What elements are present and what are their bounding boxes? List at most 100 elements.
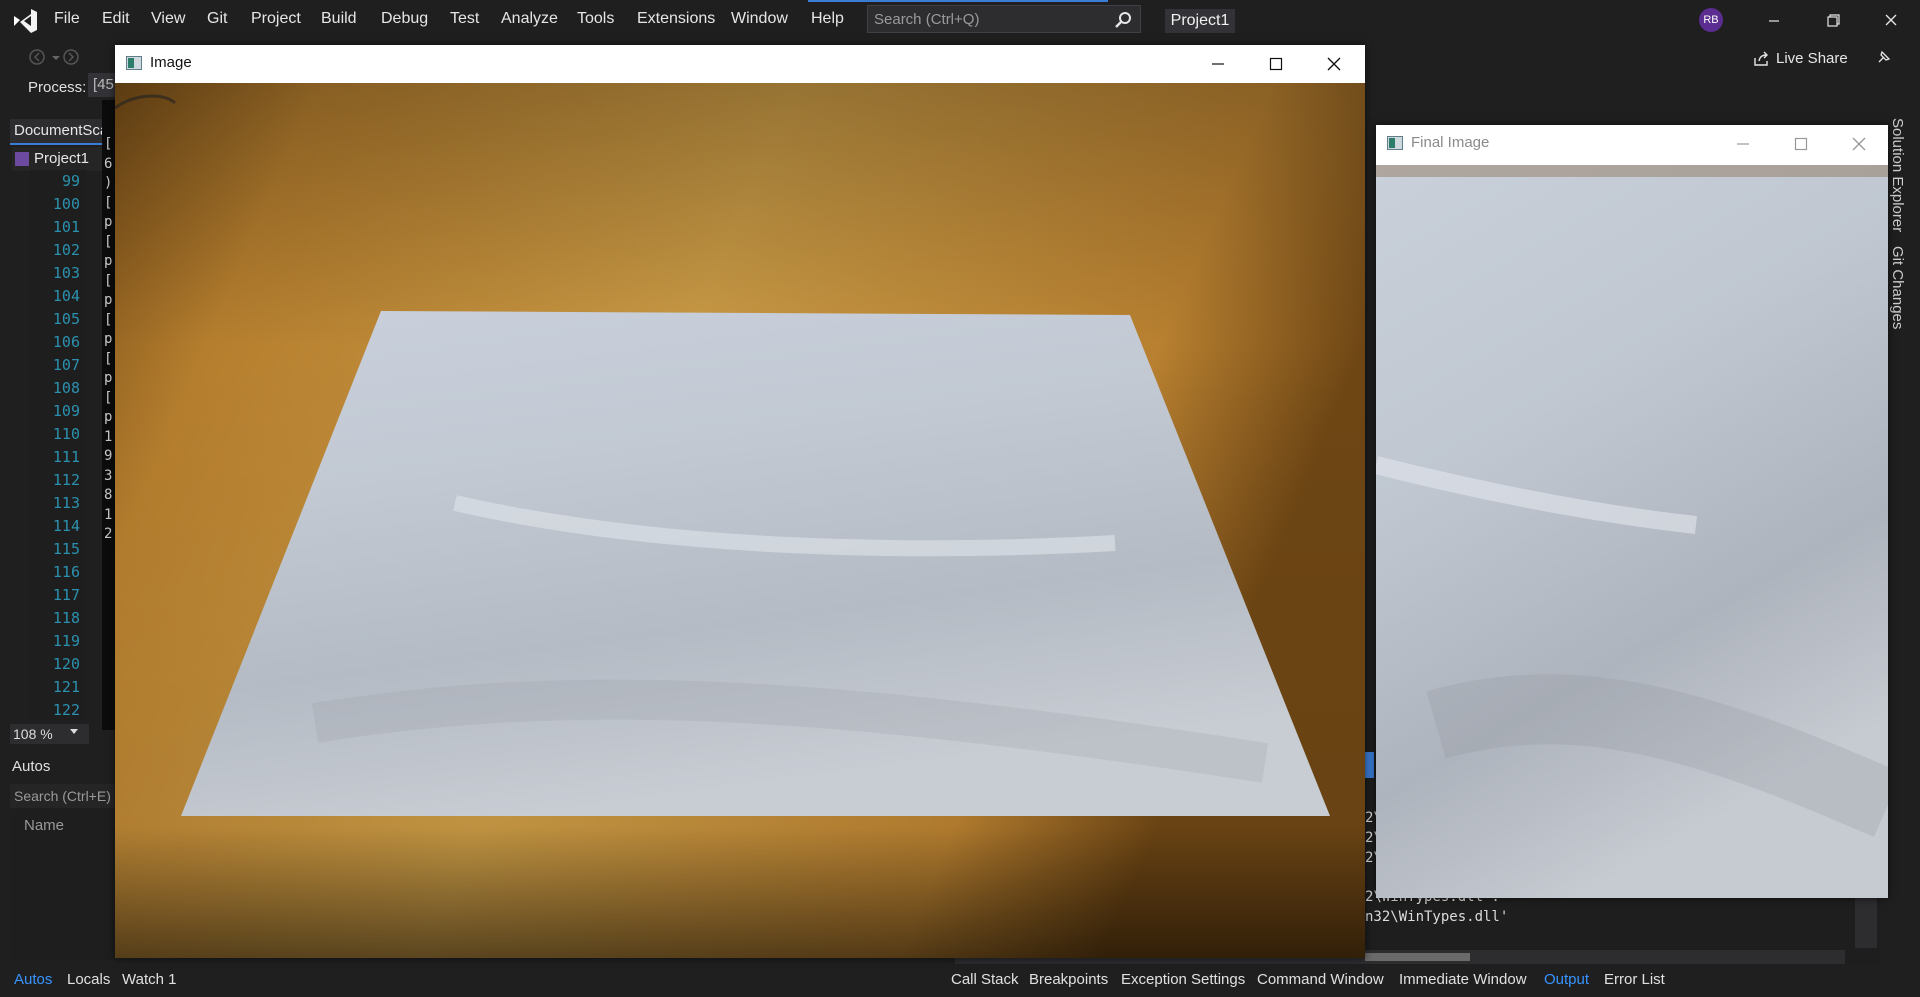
line-number: 119: [52, 632, 80, 650]
console-char: p: [104, 331, 113, 347]
console-char: p: [104, 214, 113, 230]
visual-studio-logo-icon[interactable]: [10, 6, 40, 36]
menu-file[interactable]: File: [54, 10, 80, 28]
profile-avatar[interactable]: RB: [1699, 8, 1723, 32]
line-number: 106: [52, 333, 80, 351]
tab-watch-1[interactable]: Watch 1: [122, 971, 176, 988]
line-number: 109: [52, 402, 80, 420]
final-maximize-button[interactable]: [1781, 129, 1821, 159]
tab-locals[interactable]: Locals: [67, 971, 110, 988]
menu-edit[interactable]: Edit: [102, 10, 130, 28]
app-minimize-button[interactable]: [1754, 4, 1794, 36]
line-number: 112: [52, 471, 80, 489]
autos-title: Autos: [12, 758, 51, 775]
process-label: Process:: [28, 79, 87, 96]
app-restore-button[interactable]: [1813, 4, 1853, 36]
tab-output[interactable]: Output: [1544, 971, 1589, 988]
tab-exception-settings[interactable]: Exception Settings: [1121, 971, 1245, 988]
line-number: 100: [52, 195, 80, 213]
project-node-label: Project1: [34, 150, 90, 167]
console-char: 8: [104, 487, 113, 503]
live-share-button[interactable]: Live Share: [1776, 50, 1848, 67]
console-char: p: [104, 409, 113, 425]
menu-test[interactable]: Test: [450, 10, 479, 28]
line-number: 105: [52, 310, 80, 328]
final-image-window[interactable]: Final Image: [1376, 125, 1888, 898]
menu-help[interactable]: Help: [811, 10, 844, 28]
tab-immediate-window[interactable]: Immediate Window: [1399, 971, 1527, 988]
project-icon: [15, 152, 29, 166]
output-scroll-thumb[interactable]: [1365, 953, 1470, 961]
search-input[interactable]: Search (Ctrl+Q): [867, 5, 1141, 33]
final-close-button[interactable]: [1839, 129, 1879, 159]
line-number: 116: [52, 563, 80, 581]
image-canvas: [115, 83, 1365, 958]
menu-build[interactable]: Build: [321, 10, 357, 28]
console-char: [: [104, 272, 113, 289]
feedback-icon[interactable]: [1875, 48, 1893, 66]
image-window[interactable]: Image: [115, 45, 1365, 958]
final-image-canvas: [1376, 165, 1888, 898]
tab-git-changes[interactable]: Git Changes: [1889, 246, 1906, 329]
title-accent-line: [808, 0, 1108, 2]
menu-project[interactable]: Project: [251, 10, 301, 28]
search-icon: [1115, 12, 1131, 28]
menu-debug[interactable]: Debug: [381, 10, 428, 28]
console-char: [: [104, 233, 113, 250]
menu-window[interactable]: Window: [731, 10, 788, 28]
tab-call-stack[interactable]: Call Stack: [951, 971, 1019, 988]
tab-autos[interactable]: Autos: [14, 971, 52, 988]
tab-command-window[interactable]: Command Window: [1257, 971, 1384, 988]
menu-git[interactable]: Git: [207, 10, 227, 28]
output-line: n32\WinTypes.dll': [1365, 909, 1509, 925]
console-char: ): [104, 175, 113, 191]
line-number: 117: [52, 586, 80, 604]
image-minimize-button[interactable]: [1198, 49, 1238, 79]
line-number: 113: [52, 494, 80, 512]
image-maximize-button[interactable]: [1256, 49, 1296, 79]
console-char: 3: [104, 467, 113, 484]
line-number: 118: [52, 609, 80, 627]
line-number: 101: [52, 218, 80, 236]
line-number: 102: [52, 241, 80, 259]
console-char: 9: [104, 448, 113, 464]
console-char: [: [104, 350, 113, 367]
live-share-icon: [1754, 51, 1768, 66]
console-char: [: [104, 311, 113, 328]
line-number: 111: [52, 448, 80, 466]
line-number: 121: [52, 678, 80, 696]
menu-view[interactable]: View: [151, 10, 185, 28]
autos-name-column-header[interactable]: Name: [24, 817, 64, 834]
final-window-title: Final Image: [1411, 134, 1490, 151]
output-selection-strip: [1364, 752, 1374, 778]
tab-breakpoints[interactable]: Breakpoints: [1029, 971, 1108, 988]
line-number: 107: [52, 356, 80, 374]
tab-solution-explorer[interactable]: Solution Explorer: [1889, 118, 1906, 232]
window-app-icon: [126, 56, 142, 70]
line-number: 104: [52, 287, 80, 305]
console-char: 1: [104, 428, 113, 445]
image-close-button[interactable]: [1314, 49, 1354, 79]
document-tab-indicator: [10, 143, 115, 145]
console-char: 2: [104, 526, 113, 542]
autos-search-input[interactable]: Search (Ctrl+E): [10, 784, 120, 808]
line-number: 99: [61, 172, 80, 190]
menu-extensions[interactable]: Extensions: [637, 10, 715, 28]
line-number: 108: [52, 379, 80, 397]
menu-tools[interactable]: Tools: [577, 10, 614, 28]
tab-error-list[interactable]: Error List: [1604, 971, 1665, 988]
line-number: 114: [52, 517, 80, 535]
solution-name: Project1: [1165, 9, 1235, 33]
console-char: p: [104, 253, 113, 269]
app-close-button[interactable]: [1871, 4, 1911, 36]
console-char: p: [104, 370, 113, 386]
search-placeholder: Search (Ctrl+Q): [874, 11, 980, 28]
final-minimize-button[interactable]: [1723, 129, 1763, 159]
console-char: 6: [104, 155, 113, 172]
line-number: 115: [52, 540, 80, 558]
navigate-back-forward-icon[interactable]: [28, 48, 80, 66]
window-app-icon: [1387, 136, 1403, 150]
output-vertical-scrollbar[interactable]: [1855, 893, 1877, 948]
zoom-dropdown[interactable]: 108 %: [10, 724, 89, 744]
menu-analyze[interactable]: Analyze: [501, 10, 558, 28]
